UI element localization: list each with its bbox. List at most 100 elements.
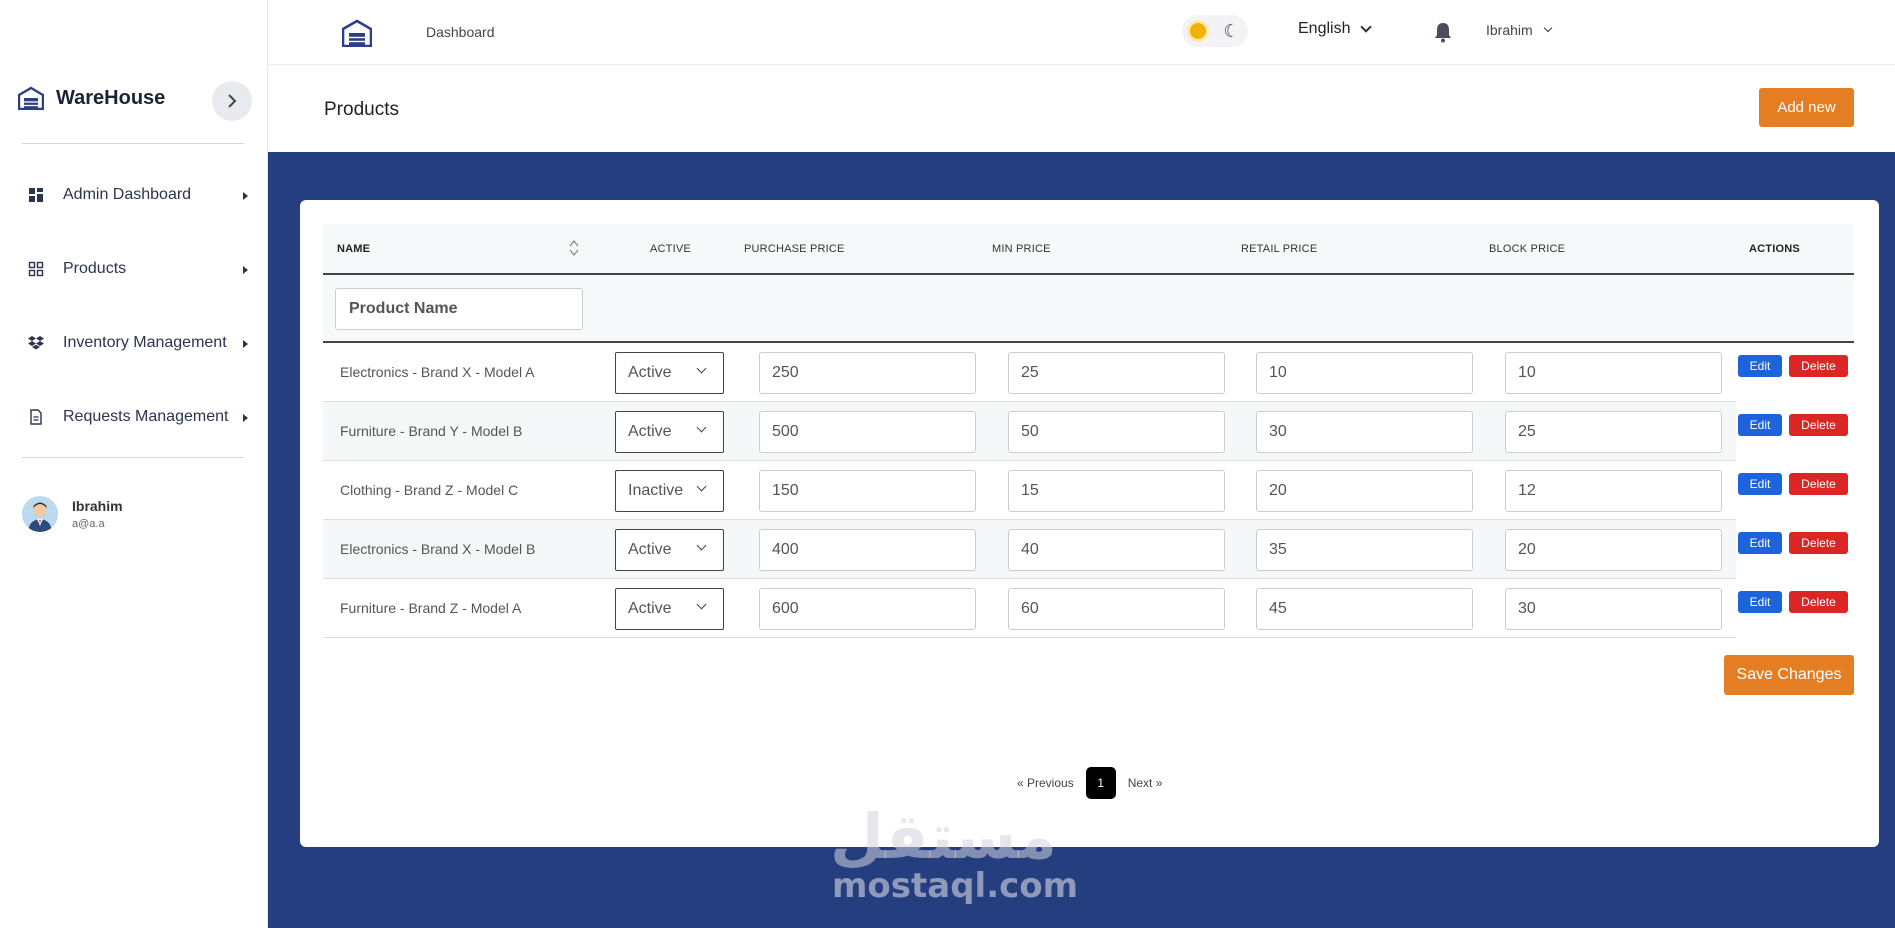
sidebar-divider	[22, 143, 244, 144]
edit-button[interactable]: Edit	[1738, 414, 1782, 436]
user-avatar-icon	[22, 496, 58, 532]
product-name: Furniture - Brand Z - Model A	[340, 600, 522, 616]
active-status-select[interactable]: Active	[615, 352, 724, 394]
previous-page-link[interactable]: « Previous	[1017, 776, 1074, 790]
dropbox-icon	[28, 336, 44, 350]
edit-button[interactable]: Edit	[1738, 355, 1782, 377]
active-status-select[interactable]: Active	[615, 529, 724, 571]
min-price-input[interactable]: 50	[1008, 411, 1225, 453]
product-name: Furniture - Brand Y - Model B	[340, 423, 523, 439]
language-select[interactable]: English	[1298, 20, 1373, 38]
edit-button[interactable]: Edit	[1738, 473, 1782, 495]
column-header-retail-price: RETAIL PRICE	[1241, 243, 1318, 255]
sidebar-user-card[interactable]: Ibrahim a@a.a	[22, 496, 123, 532]
status-value: Inactive	[628, 482, 684, 499]
add-new-button[interactable]: Add new	[1759, 88, 1854, 127]
user-menu[interactable]: Ibrahim	[1486, 22, 1552, 38]
table-row: Clothing - Brand Z - Model C Inactive 15…	[323, 461, 1848, 520]
active-status-select[interactable]: Active	[615, 411, 724, 453]
purchase-price-input[interactable]: 150	[759, 470, 976, 512]
purchase-price-input[interactable]: 600	[759, 588, 976, 630]
status-value: Active	[628, 423, 672, 440]
retail-price-input[interactable]: 20	[1256, 470, 1473, 512]
column-header-active: ACTIVE	[650, 243, 691, 255]
topbar: Dashboard ☾ English Ibrahim	[268, 0, 1895, 65]
sidebar-item-admin-dashboard[interactable]: Admin Dashboard	[0, 175, 268, 215]
min-price-input[interactable]: 40	[1008, 529, 1225, 571]
bell-icon[interactable]	[1432, 21, 1454, 43]
avatar	[22, 496, 58, 532]
active-status-select[interactable]: Inactive	[615, 470, 724, 512]
sidebar-item-products[interactable]: Products	[0, 249, 268, 289]
block-price-input[interactable]: 25	[1505, 411, 1722, 453]
min-price-input[interactable]: 25	[1008, 352, 1225, 394]
retail-price-input[interactable]: 45	[1256, 588, 1473, 630]
next-page-link[interactable]: Next »	[1128, 776, 1163, 790]
purchase-price-input[interactable]: 250	[759, 352, 976, 394]
sort-icon[interactable]	[569, 239, 579, 257]
min-price-input[interactable]: 15	[1008, 470, 1225, 512]
block-price-input[interactable]: 30	[1505, 588, 1722, 630]
column-header-block-price: BLOCK PRICE	[1489, 243, 1566, 255]
table-row: Electronics - Brand X - Model A Active 2…	[323, 343, 1848, 402]
sidebar-item-label: Requests Management	[63, 408, 229, 425]
block-price-input[interactable]: 10	[1505, 352, 1722, 394]
chevron-down-icon	[1360, 20, 1373, 33]
purchase-price-input[interactable]: 400	[759, 529, 976, 571]
chevron-right-icon	[228, 94, 237, 108]
delete-button[interactable]: Delete	[1789, 355, 1848, 377]
breadcrumb[interactable]: Dashboard	[426, 24, 495, 40]
column-header-name[interactable]: NAME	[337, 243, 370, 255]
status-value: Active	[628, 364, 672, 381]
watermark-latin: mostaql.com	[832, 866, 1079, 906]
watermark-arabic: مستقل	[830, 800, 1057, 873]
status-value: Active	[628, 541, 672, 558]
sun-icon[interactable]	[1190, 23, 1207, 39]
delete-button[interactable]: Delete	[1789, 414, 1848, 436]
min-price-input[interactable]: 60	[1008, 588, 1225, 630]
product-name: Electronics - Brand X - Model A	[340, 364, 535, 380]
brand[interactable]: WareHouse	[18, 86, 165, 110]
status-value: Active	[628, 600, 672, 617]
sidebar-item-label: Inventory Management	[63, 334, 227, 351]
sidebar: WareHouse Admin Dashboard Products Inven…	[0, 0, 268, 928]
grid-icon	[29, 188, 43, 202]
warehouse-home-icon[interactable]	[342, 19, 372, 47]
table-row: Electronics - Brand X - Model B Active 4…	[323, 520, 1848, 579]
page-number-current[interactable]: 1	[1085, 767, 1116, 799]
moon-icon[interactable]: ☾	[1223, 22, 1239, 40]
edit-button[interactable]: Edit	[1738, 591, 1782, 613]
product-name-filter-input[interactable]	[335, 288, 583, 330]
user-menu-label: Ibrahim	[1486, 22, 1533, 38]
language-label: English	[1298, 20, 1351, 37]
active-status-select[interactable]: Active	[615, 588, 724, 630]
retail-price-input[interactable]: 35	[1256, 529, 1473, 571]
document-icon	[30, 409, 42, 425]
sidebar-toggle-button[interactable]	[212, 81, 252, 121]
theme-toggle[interactable]: ☾	[1182, 15, 1248, 47]
sidebar-item-inventory-management[interactable]: Inventory Management	[0, 323, 268, 363]
block-price-input[interactable]: 12	[1505, 470, 1722, 512]
save-changes-button[interactable]: Save Changes	[1724, 655, 1854, 695]
delete-button[interactable]: Delete	[1789, 591, 1848, 613]
table-row: Furniture - Brand Z - Model A Active 600…	[323, 579, 1848, 638]
warehouse-icon	[18, 86, 44, 110]
retail-price-input[interactable]: 30	[1256, 411, 1473, 453]
delete-button[interactable]: Delete	[1789, 532, 1848, 554]
sidebar-item-requests-management[interactable]: Requests Management	[0, 397, 268, 437]
sidebar-item-label: Products	[63, 260, 127, 277]
sidebar-item-label: Admin Dashboard	[63, 186, 192, 203]
edit-button[interactable]: Edit	[1738, 532, 1782, 554]
block-price-input[interactable]: 20	[1505, 529, 1722, 571]
chevron-down-icon	[696, 599, 707, 610]
chevron-down-icon	[696, 481, 707, 492]
chevron-down-icon	[696, 363, 707, 374]
sidebar-divider	[22, 457, 244, 458]
caret-right-icon	[243, 266, 248, 274]
purchase-price-input[interactable]: 500	[759, 411, 976, 453]
chevron-down-icon	[1543, 23, 1552, 32]
page-title: Products	[324, 99, 399, 120]
apps-icon	[28, 261, 44, 277]
retail-price-input[interactable]: 10	[1256, 352, 1473, 394]
delete-button[interactable]: Delete	[1789, 473, 1848, 495]
